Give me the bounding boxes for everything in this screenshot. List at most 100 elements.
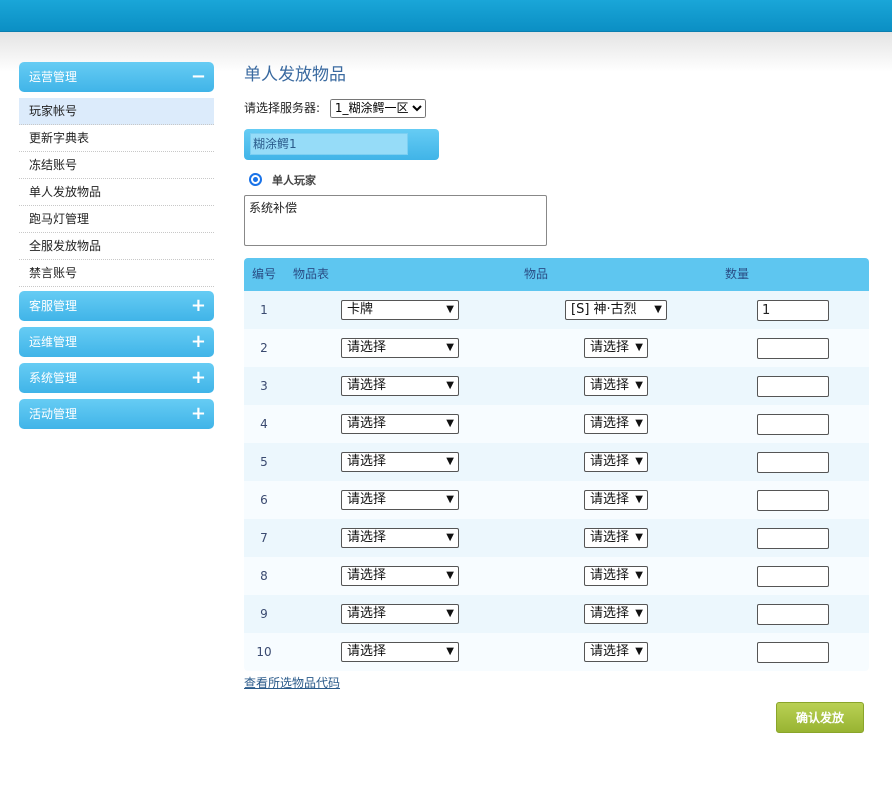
item-table-select[interactable]: 请选择 ▼ (341, 490, 459, 510)
sidebar-group-system[interactable]: 系统管理 + (19, 363, 214, 393)
sidebar-item-freeze-account[interactable]: 冻结账号 (19, 152, 214, 179)
server-select[interactable]: 1_糊涂鳄一区 (329, 98, 426, 118)
item-table-select[interactable]: 请选择 ▼ (341, 414, 459, 434)
item-select[interactable]: 请选择 ▼ (584, 604, 648, 624)
row-number: 6 (260, 493, 268, 507)
sidebar-item-single-send-items[interactable]: 单人发放物品 (19, 179, 214, 206)
header-item: 物品 (524, 267, 549, 281)
item-table-select[interactable]: 卡牌 ▼ (341, 300, 459, 320)
item-value: 请选择 (590, 454, 630, 469)
item-value: 请选择 (590, 530, 630, 545)
chevron-down-icon: ▼ (446, 456, 454, 467)
row-number: 9 (260, 607, 268, 621)
page-title: 单人发放物品 (244, 65, 346, 85)
collapse-icon[interactable]: − (191, 62, 206, 92)
chevron-down-icon: ▼ (446, 380, 454, 391)
item-value: 请选择 (590, 378, 630, 393)
quantity-input[interactable] (757, 452, 829, 473)
item-value: 请选择 (590, 644, 630, 659)
header-quantity: 数量 (725, 267, 750, 281)
quantity-input[interactable] (757, 414, 829, 435)
chevron-down-icon: ▼ (446, 608, 454, 619)
item-table-select[interactable]: 请选择 ▼ (341, 338, 459, 358)
row-number: 10 (256, 645, 272, 659)
chevron-down-icon: ▼ (635, 570, 643, 581)
sidebar-group-customer-service[interactable]: 客服管理 + (19, 291, 214, 321)
item-table-select[interactable]: 请选择 ▼ (341, 452, 459, 472)
item-select[interactable]: 请选择 ▼ (584, 452, 648, 472)
item-select[interactable]: 请选择 ▼ (584, 566, 648, 586)
chevron-down-icon: ▼ (635, 646, 643, 657)
item-table-value: 请选择 (347, 416, 387, 431)
table-row: 8 请选择 ▼ 请选择 ▼ (244, 557, 869, 595)
item-select[interactable]: 请选择 ▼ (584, 490, 648, 510)
quantity-input[interactable] (757, 604, 829, 625)
item-table-select[interactable]: 请选择 ▼ (341, 528, 459, 548)
sidebar-group-label: 活动管理 (29, 407, 78, 421)
item-table-select[interactable]: 请选择 ▼ (341, 566, 459, 586)
item-select[interactable]: 请选择 ▼ (584, 642, 648, 662)
row-number: 8 (260, 569, 268, 583)
quantity-input[interactable] (757, 338, 829, 359)
sidebar-item-player-account[interactable]: 玩家帐号 (19, 98, 214, 125)
quantity-input[interactable] (757, 528, 829, 549)
expand-icon[interactable]: + (191, 327, 206, 357)
chevron-down-icon: ▼ (635, 494, 643, 505)
sidebar-item-mute-account[interactable]: 禁言账号 (19, 260, 214, 287)
quantity-input[interactable] (757, 642, 829, 663)
sidebar-group-label: 运维管理 (29, 335, 78, 349)
table-row: 5 请选择 ▼ 请选择 ▼ (244, 443, 869, 481)
table-row: 10 请选择 ▼ 请选择 ▼ (244, 633, 869, 671)
item-table-select[interactable]: 请选择 ▼ (341, 376, 459, 396)
table-header: 编号 物品表 物品 数量 (244, 258, 869, 291)
item-table-value: 卡牌 (347, 302, 374, 317)
quantity-input[interactable] (757, 566, 829, 587)
view-item-code-link[interactable]: 查看所选物品代码 (244, 675, 869, 691)
sidebar-group-events[interactable]: 活动管理 + (19, 399, 214, 429)
chevron-down-icon: ▼ (446, 304, 454, 315)
chevron-down-icon: ▼ (635, 380, 643, 391)
sidebar-group-ops-maintenance[interactable]: 运维管理 + (19, 327, 214, 357)
sidebar-item-server-send-items[interactable]: 全服发放物品 (19, 233, 214, 260)
item-table-select[interactable]: 请选择 ▼ (341, 604, 459, 624)
sidebar-item-list: 玩家帐号 更新字典表 冻结账号 单人发放物品 跑马灯管理 全服发放物品 禁言账号 (19, 98, 214, 287)
chevron-down-icon: ▼ (635, 418, 643, 429)
row-number: 3 (260, 379, 268, 393)
item-value: 请选择 (590, 492, 630, 507)
top-header-bar (0, 0, 892, 32)
item-table-value: 请选择 (347, 454, 387, 469)
header-no: 编号 (252, 267, 277, 281)
item-value: 请选择 (590, 340, 630, 355)
quantity-input[interactable] (757, 490, 829, 511)
mode-row: 单人玩家 (244, 172, 869, 190)
player-name-bar: 糊涂鳄1 (244, 129, 439, 160)
item-table-value: 请选择 (347, 378, 387, 393)
sidebar-group-label: 客服管理 (29, 299, 78, 313)
item-select[interactable]: 请选择 ▼ (584, 376, 648, 396)
item-select[interactable]: 请选择 ▼ (584, 414, 648, 434)
item-select[interactable]: 请选择 ▼ (584, 528, 648, 548)
quantity-input[interactable]: 1 (757, 300, 829, 321)
item-select[interactable]: 请选择 ▼ (584, 338, 648, 358)
item-table-value: 请选择 (347, 568, 387, 583)
item-table-select[interactable]: 请选择 ▼ (341, 642, 459, 662)
item-value: 请选择 (590, 606, 630, 621)
main-content: 单人发放物品 请选择服务器: 1_糊涂鳄一区 糊涂鳄1 单人玩家 系统补偿 编号… (244, 62, 869, 733)
row-number: 1 (260, 303, 268, 317)
reason-textarea[interactable]: 系统补偿 (244, 195, 547, 246)
single-player-radio[interactable] (249, 173, 262, 186)
quantity-input[interactable] (757, 376, 829, 397)
item-table-value: 请选择 (347, 492, 387, 507)
expand-icon[interactable]: + (191, 363, 206, 393)
header-item-table: 物品表 (293, 267, 330, 281)
confirm-send-button[interactable]: 确认发放 (776, 702, 864, 733)
table-row: 9 请选择 ▼ 请选择 ▼ (244, 595, 869, 633)
sidebar-group-operations[interactable]: 运营管理 − (19, 62, 214, 92)
expand-icon[interactable]: + (191, 291, 206, 321)
table-row: 6 请选择 ▼ 请选择 ▼ (244, 481, 869, 519)
player-name-field[interactable]: 糊涂鳄1 (250, 133, 408, 155)
sidebar-item-update-dictionary[interactable]: 更新字典表 (19, 125, 214, 152)
sidebar-item-marquee[interactable]: 跑马灯管理 (19, 206, 214, 233)
expand-icon[interactable]: + (191, 399, 206, 429)
item-select[interactable]: [S] 神·古烈 ▼ (565, 300, 667, 320)
